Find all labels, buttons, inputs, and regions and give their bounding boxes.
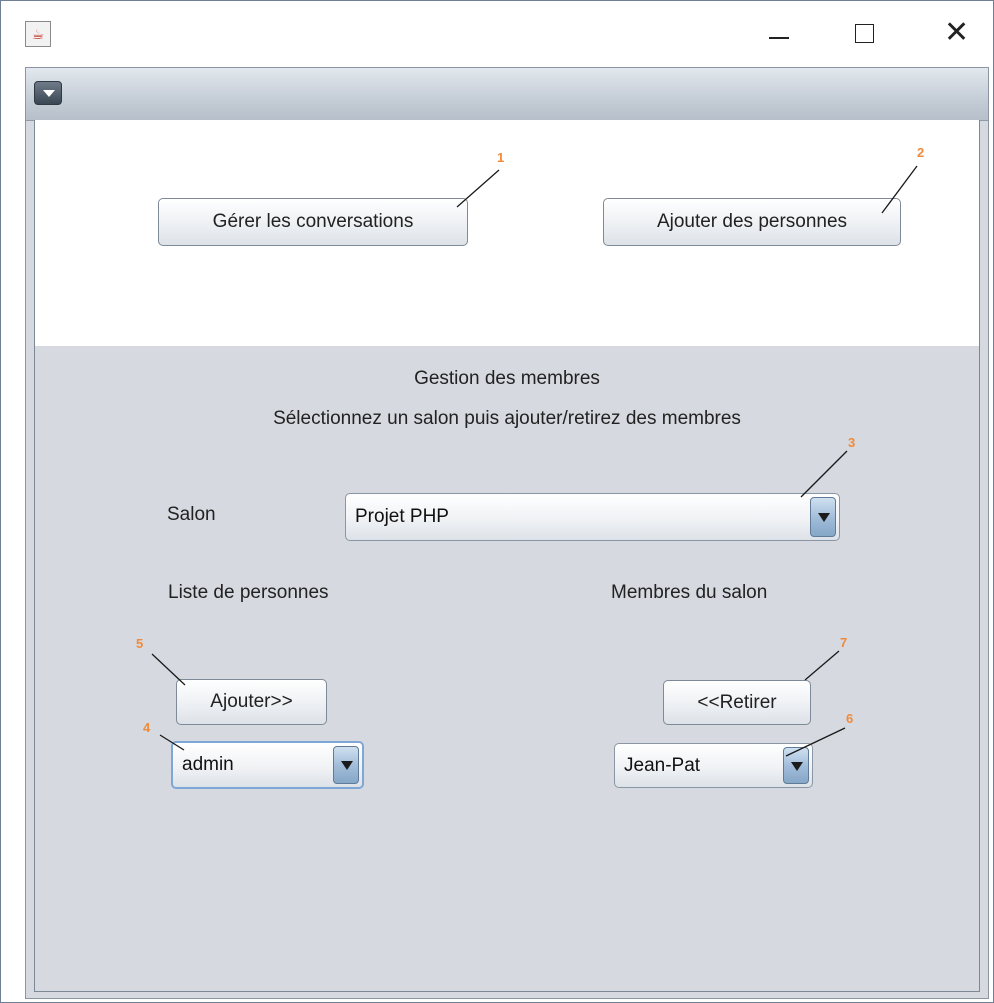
salon-dropdown-button[interactable] — [810, 497, 836, 537]
people-select[interactable]: admin — [171, 741, 364, 789]
callout-number-6: 6 — [846, 711, 854, 726]
members-select[interactable]: Jean-Pat — [614, 743, 813, 788]
top-button-panel: Gérer les conversations Ajouter des pers… — [35, 120, 979, 346]
salon-select-value: Projet PHP — [355, 506, 449, 527]
chevron-down-icon — [791, 761, 803, 771]
close-button[interactable]: ✕ — [929, 9, 985, 57]
window-titlebar[interactable]: ☕ ✕ — [1, 1, 993, 65]
callout-number-1: 1 — [497, 150, 505, 165]
callout-number-3: 3 — [848, 435, 856, 450]
salon-select[interactable]: Projet PHP — [345, 493, 840, 541]
salon-members-label: Membres du salon — [611, 582, 768, 603]
members-select-value: Jean-Pat — [624, 754, 701, 776]
callout-number-4: 4 — [143, 720, 151, 735]
close-icon: ✕ — [944, 16, 970, 49]
maximize-icon — [855, 24, 874, 43]
minimize-button[interactable] — [751, 9, 807, 57]
people-list-label: Liste de personnes — [168, 582, 329, 603]
manage-conversations-button[interactable]: Gérer les conversations — [158, 198, 468, 246]
internal-frame-titlebar — [26, 68, 988, 121]
callout-number-7: 7 — [840, 635, 848, 650]
remove-member-button[interactable]: <<Retirer — [663, 680, 811, 725]
add-people-button[interactable]: Ajouter des personnes — [603, 198, 901, 246]
callout-number-2: 2 — [917, 145, 925, 160]
chevron-down-icon — [43, 90, 55, 97]
salon-label: Salon — [167, 504, 216, 525]
minimize-icon — [769, 37, 789, 39]
maximize-button[interactable] — [837, 9, 893, 57]
add-member-button[interactable]: Ajouter>> — [176, 679, 327, 725]
frame-menu-button[interactable] — [34, 81, 62, 105]
callout-number-5: 5 — [136, 636, 144, 651]
people-select-value: admin — [182, 754, 234, 775]
members-dropdown-button[interactable] — [783, 747, 809, 784]
chevron-down-icon — [341, 761, 353, 770]
java-app-icon: ☕ — [25, 21, 51, 47]
members-panel-title: Gestion des membres — [414, 368, 600, 389]
content-area: Gérer les conversations Ajouter des pers… — [34, 120, 980, 992]
internal-frame: Gérer les conversations Ajouter des pers… — [25, 67, 989, 999]
members-panel-instructions: Sélectionnez un salon puis ajouter/retir… — [273, 408, 741, 429]
people-dropdown-button[interactable] — [333, 746, 359, 784]
chevron-down-icon — [818, 513, 830, 522]
